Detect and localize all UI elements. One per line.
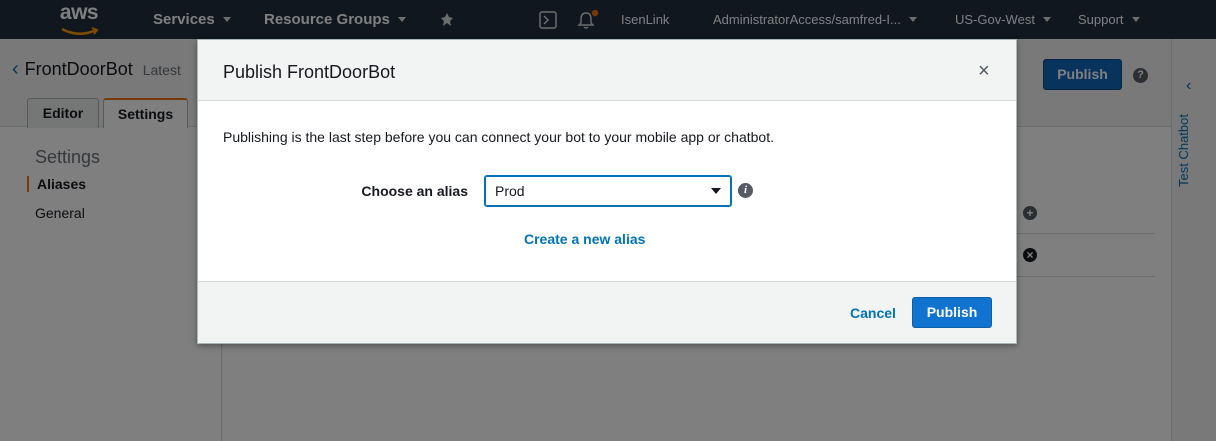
modal-title: Publish FrontDoorBot (223, 62, 396, 82)
create-alias-link[interactable]: Create a new alias (524, 231, 645, 247)
alias-label: Choose an alias (361, 183, 468, 199)
info-icon[interactable]: i (738, 183, 753, 198)
alias-select[interactable]: Prod (484, 175, 732, 207)
cancel-button[interactable]: Cancel (850, 305, 896, 321)
publish-button[interactable]: Publish (912, 297, 992, 328)
alias-selected-value: Prod (495, 183, 525, 199)
modal-footer: Cancel Publish (198, 281, 1016, 343)
publish-modal: Publish FrontDoorBot × Publishing is the… (197, 39, 1017, 344)
close-icon[interactable]: × (978, 61, 990, 81)
chevron-down-icon (711, 188, 721, 194)
modal-description: Publishing is the last step before you c… (223, 129, 774, 145)
modal-header: Publish FrontDoorBot × (198, 40, 1016, 101)
